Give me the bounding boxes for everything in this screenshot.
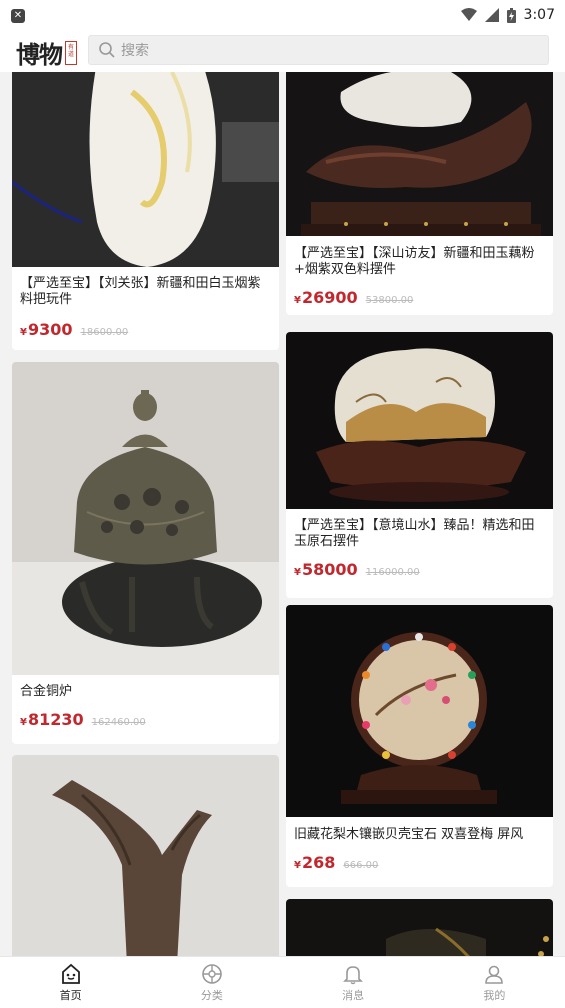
product-price: ¥268: [294, 853, 336, 872]
shield-icon: ✕: [11, 9, 25, 23]
price-row: ¥81230 162460.00: [20, 710, 146, 729]
product-card[interactable]: 【严选至宝】【深山访友】新疆和田玉藕粉+烟紫双色料摆件 ¥26900 53800…: [286, 72, 553, 315]
price-row: ¥58000 116000.00: [294, 560, 420, 579]
product-price: ¥58000: [294, 560, 358, 579]
status-time: 3:07: [523, 7, 555, 23]
product-image: [286, 332, 553, 509]
tab-home[interactable]: 首页: [0, 957, 141, 1008]
product-image: [286, 605, 553, 817]
product-card[interactable]: 【严选至宝】【刘关张】新疆和田白玉烟紫料把玩件 ¥9300 18600.00: [12, 72, 279, 350]
product-title: 合金铜炉: [20, 684, 73, 699]
product-card[interactable]: 【严选至宝】【意境山水】臻品！精选和田玉原石摆件 ¥58000 116000.0…: [286, 332, 553, 598]
product-image: [12, 755, 279, 956]
category-icon: [202, 963, 222, 984]
status-bar: ✕ 3:07: [0, 0, 565, 33]
product-card[interactable]: 合金铜炉 ¥81230 162460.00: [12, 362, 279, 744]
battery-icon: [506, 7, 516, 23]
app-header: 博物 有道 搜索: [0, 33, 565, 72]
product-title: 【严选至宝】【意境山水】臻品！精选和田玉原石摆件: [294, 518, 535, 549]
product-card[interactable]: [286, 899, 553, 956]
tab-profile[interactable]: 我的: [424, 957, 565, 1008]
product-title: 【严选至宝】【刘关张】新疆和田白玉烟紫料把玩件: [20, 276, 261, 307]
product-title: 【严选至宝】【深山访友】新疆和田玉藕粉+烟紫双色料摆件: [294, 246, 535, 277]
search-placeholder: 搜索: [121, 43, 149, 59]
product-card[interactable]: 旧藏花梨木镶嵌贝壳宝石 双喜登梅 屏风 ¥268 666.00: [286, 605, 553, 887]
home-icon: [61, 963, 80, 984]
product-title: 旧藏花梨木镶嵌贝壳宝石 双喜登梅 屏风: [294, 827, 524, 842]
product-card[interactable]: [12, 755, 279, 956]
wifi-icon: [460, 8, 477, 21]
price-row: ¥26900 53800.00: [294, 288, 413, 307]
price-row: ¥268 666.00: [294, 853, 378, 872]
product-image: [12, 72, 279, 267]
product-price: ¥81230: [20, 710, 84, 729]
original-price: 116000.00: [365, 567, 420, 578]
original-price: 53800.00: [365, 295, 414, 306]
original-price: 666.00: [343, 860, 379, 871]
search-bar[interactable]: 搜索: [88, 35, 549, 65]
original-price: 162460.00: [91, 717, 146, 728]
product-price: ¥26900: [294, 288, 358, 307]
bottom-tab-bar: 首页 分类 消息 我的: [0, 956, 565, 1008]
tab-messages[interactable]: 消息: [283, 957, 424, 1008]
logo-seal: 有道: [65, 40, 77, 65]
signal-icon: [484, 8, 499, 22]
search-icon: [99, 42, 115, 58]
product-image: [286, 899, 553, 956]
tab-category[interactable]: 分类: [141, 957, 282, 1008]
bell-icon: [343, 965, 364, 984]
user-icon: [485, 965, 504, 984]
product-image: [286, 72, 553, 236]
tab-label: 分类: [200, 988, 223, 1002]
product-image: [12, 362, 279, 675]
tab-label: 消息: [342, 988, 365, 1002]
price-row: ¥9300 18600.00: [20, 320, 128, 339]
original-price: 18600.00: [80, 327, 129, 338]
product-price: ¥9300: [20, 320, 73, 339]
logo-text: 博物: [16, 40, 63, 69]
tab-label: 我的: [483, 988, 506, 1002]
product-feed[interactable]: 【严选至宝】【刘关张】新疆和田白玉烟紫料把玩件 ¥9300 18600.00 合…: [0, 72, 565, 956]
app-logo[interactable]: 博物 有道: [16, 35, 77, 70]
tab-label: 首页: [59, 988, 82, 1002]
